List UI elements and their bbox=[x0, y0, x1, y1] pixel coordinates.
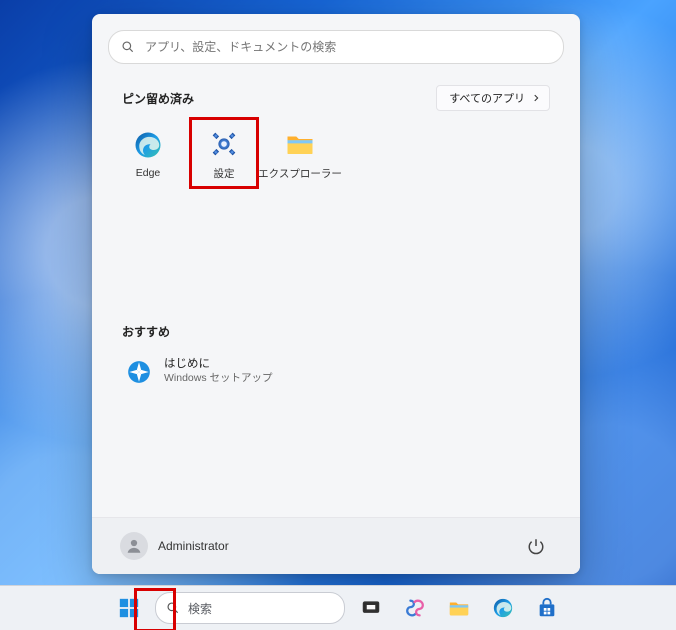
pinned-label: 設定 bbox=[214, 166, 235, 181]
start-search[interactable] bbox=[108, 30, 564, 64]
pinned-item-edge[interactable]: Edge bbox=[110, 118, 186, 190]
file-explorer-icon bbox=[448, 597, 470, 619]
pinned-label: エクスプローラー bbox=[258, 166, 342, 181]
search-icon bbox=[166, 601, 180, 615]
pinned-label: Edge bbox=[136, 167, 161, 179]
edge-task[interactable] bbox=[485, 590, 521, 626]
edge-icon bbox=[132, 129, 164, 161]
file-explorer-task[interactable] bbox=[441, 590, 477, 626]
taskbar-search-placeholder: 検索 bbox=[188, 600, 212, 617]
start-menu: ピン留め済み すべてのアプリ bbox=[92, 14, 580, 574]
pinned-item-settings[interactable]: 設定 bbox=[186, 118, 262, 190]
settings-icon bbox=[208, 128, 240, 160]
store-icon bbox=[536, 597, 558, 619]
taskbar-search[interactable]: 検索 bbox=[155, 592, 345, 624]
power-icon bbox=[527, 537, 545, 555]
pinned-item-file-explorer[interactable]: エクスプローラー bbox=[262, 118, 338, 190]
chevron-right-icon bbox=[531, 93, 541, 103]
recommended-header: おすすめ bbox=[92, 320, 580, 344]
all-apps-button[interactable]: すべてのアプリ bbox=[436, 85, 550, 111]
edge-icon bbox=[492, 597, 514, 619]
username: Administrator bbox=[158, 539, 229, 553]
task-view-button[interactable] bbox=[353, 590, 389, 626]
search-icon bbox=[121, 40, 135, 54]
power-button[interactable] bbox=[520, 530, 552, 562]
recommended-list: はじめに Windows セットアップ bbox=[92, 344, 580, 394]
pinned-grid: Edge bbox=[92, 110, 580, 190]
file-explorer-icon bbox=[284, 128, 316, 160]
taskbar: 検索 bbox=[0, 585, 676, 630]
recommended-item-subtitle: Windows セットアップ bbox=[164, 372, 273, 385]
copilot-button[interactable] bbox=[397, 590, 433, 626]
task-view-icon bbox=[361, 598, 381, 618]
windows-logo-icon bbox=[118, 597, 140, 619]
get-started-icon bbox=[126, 359, 152, 385]
copilot-icon bbox=[404, 597, 426, 619]
user-account-button[interactable]: Administrator bbox=[120, 532, 229, 560]
avatar bbox=[120, 532, 148, 560]
start-button[interactable] bbox=[111, 590, 147, 626]
recommended-item-title: はじめに bbox=[164, 358, 273, 372]
recommended-title: おすすめ bbox=[122, 323, 170, 340]
start-footer: Administrator bbox=[92, 517, 580, 574]
store-task[interactable] bbox=[529, 590, 565, 626]
all-apps-label: すべてのアプリ bbox=[449, 90, 525, 106]
recommended-item-get-started[interactable]: はじめに Windows セットアップ bbox=[122, 350, 550, 394]
start-search-input[interactable] bbox=[143, 39, 551, 55]
pinned-title: ピン留め済み bbox=[122, 90, 194, 107]
pinned-header: ピン留め済み すべてのアプリ bbox=[92, 86, 580, 110]
